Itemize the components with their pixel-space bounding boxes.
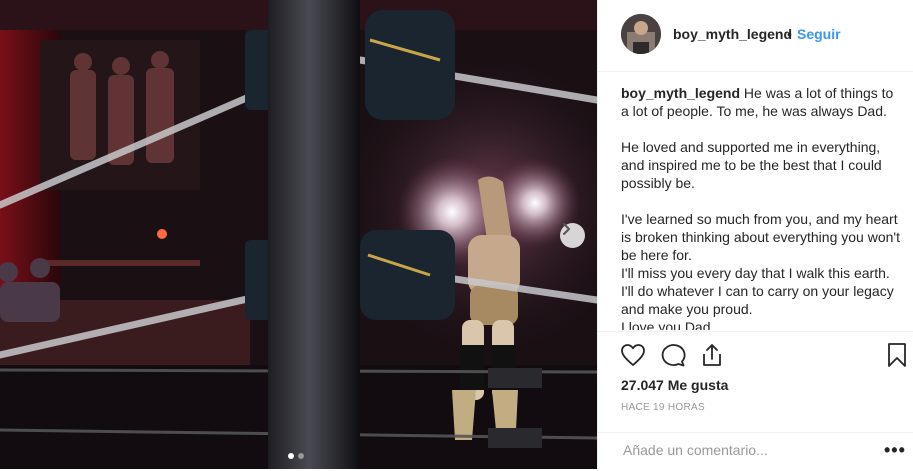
- post-sidebar: boy_myth_legend • Seguir boy_myth_legend…: [597, 0, 913, 469]
- caption-paragraph-3c: I'll do whatever I can to carry on your …: [621, 283, 894, 317]
- chevron-right-icon: [563, 223, 570, 235]
- header-separator: •: [787, 26, 792, 42]
- wrestling-ring-photo: [0, 0, 597, 469]
- post-caption: boy_myth_legend He was a lot of things t…: [621, 84, 901, 330]
- comment-input[interactable]: [621, 441, 855, 459]
- caption-paragraph-3a: I've learned so much from you, and my he…: [621, 211, 900, 263]
- post-header: boy_myth_legend • Seguir: [598, 0, 913, 72]
- heart-icon: [621, 344, 645, 366]
- like-button[interactable]: [620, 343, 646, 372]
- carousel-dot-active: [288, 453, 294, 459]
- share-icon: [703, 344, 721, 366]
- carousel-dot: [298, 453, 304, 459]
- carousel-indicator: [288, 453, 304, 459]
- caption-paragraph-3d: I love you Dad.: [621, 319, 715, 330]
- post-photo[interactable]: [0, 0, 597, 469]
- share-button[interactable]: [700, 342, 724, 373]
- comment-box: •••: [598, 432, 913, 471]
- avatar[interactable]: [621, 14, 661, 54]
- likes-count[interactable]: 27.047 Me gusta: [621, 377, 728, 393]
- post-timestamp[interactable]: HACE 19 HORAS: [621, 402, 705, 413]
- header-username-link[interactable]: boy_myth_legend: [673, 26, 792, 42]
- more-options-button[interactable]: •••: [884, 440, 906, 461]
- comment-icon: [661, 344, 686, 367]
- follow-button[interactable]: Seguir: [797, 26, 841, 42]
- save-button[interactable]: [887, 342, 907, 373]
- bookmark-icon: [888, 343, 906, 367]
- comment-button[interactable]: [660, 343, 686, 372]
- avatar-photo: [621, 14, 661, 54]
- caption-paragraph-3b: I'll miss you every day that I walk this…: [621, 265, 890, 281]
- post-actions: 27.047 Me gusta HACE 19 HORAS •••: [598, 331, 913, 470]
- instagram-post: boy_myth_legend • Seguir boy_myth_legend…: [0, 0, 913, 469]
- caption-username-link[interactable]: boy_myth_legend: [621, 85, 740, 101]
- caption-paragraph-2: He loved and supported me in everything,…: [621, 139, 882, 191]
- carousel-next-button[interactable]: [560, 223, 585, 248]
